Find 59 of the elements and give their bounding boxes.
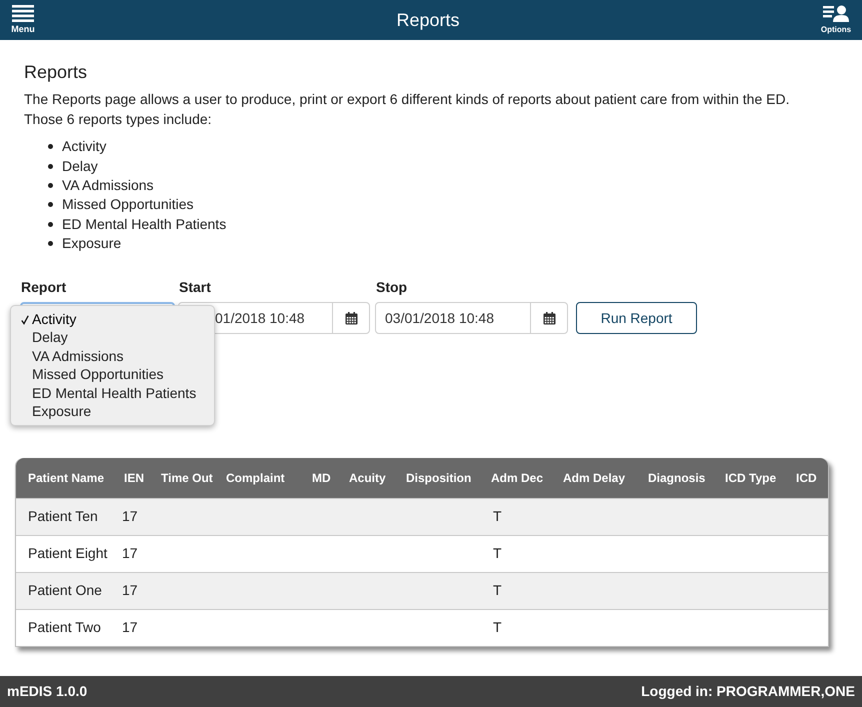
menu-icon [12,5,34,22]
report-type: VA Admissions [62,176,154,195]
calendar-icon [344,312,358,325]
bullet-icon [48,222,53,227]
report-type: Exposure [62,234,122,254]
field-label: Stop [375,278,408,297]
check-icon [21,314,29,325]
table-cell: Patient Ten [28,508,98,524]
report-type: Missed Opportunities [62,195,194,214]
bullet-icon [48,182,53,188]
options-button[interactable]: Options [820,5,852,35]
column-header: ICD [795,470,818,488]
date-value: 01/2018 10:48 [214,308,306,328]
report-type: Activity [62,137,106,156]
stop-date-field[interactable]: 03/01/2018 10:48 [375,302,568,334]
field-label: Report [20,278,68,297]
column-header: Acuity [348,470,387,488]
dropdown-option[interactable]: Missed Opportunities [11,366,214,384]
table-cell: Patient Eight [28,545,108,562]
bullet-icon [48,144,53,150]
column-header: Complaint [225,470,286,488]
user-list-icon [823,5,849,22]
dropdown-option[interactable]: ED Mental Health Patients [11,384,214,402]
table-cell: T [493,582,502,598]
page-title: Reports [396,9,460,32]
bullet-icon [48,164,53,169]
table-cell: 17 [122,508,138,524]
login-status: Logged in: PROGRAMMER,ONE [641,682,855,701]
column-header: Adm Dec [490,470,544,488]
column-header: Patient Name [27,470,106,488]
table-cell: 17 [122,545,138,562]
table-cell: 17 [122,619,138,636]
column-header: ICD Type [724,470,778,488]
run-report-button[interactable]: Run Report [576,302,697,334]
menu-button[interactable]: Menu [10,5,36,35]
date-value: 03/01/2018 10:48 [384,308,495,328]
intro-paragraph: The Reports page allows a user to produce, print or export 6 different kinds of reports about patient care from within the ED. Those 6 reports types include: [24,90,790,129]
bullet-icon [48,202,53,208]
table-cell: Patient Two [28,619,101,636]
bullet-icon [48,241,53,246]
dropdown-option[interactable]: Exposure [11,402,214,421]
column-header: Time Out [160,470,214,488]
section-heading: Reports [24,61,88,84]
field-label: Start [178,278,212,297]
column-header: Disposition [405,470,472,488]
table-cell: Patient One [28,582,102,598]
column-header: IEN [123,470,146,488]
column-header: Diagnosis [647,470,706,488]
report-type: Delay [62,156,98,176]
app-version: mEDIS 1.0.0 [7,682,88,701]
table-cell: T [493,508,502,524]
report-type: ED Mental Health Patients [62,214,226,234]
column-header: MD [311,470,332,488]
table-cell: 17 [122,582,138,598]
calendar-icon [542,312,556,325]
table-cell: T [493,545,502,562]
dropdown-option[interactable]: VA Admissions [11,347,214,366]
column-header: Adm Delay [562,470,626,488]
table-cell: T [493,619,502,636]
